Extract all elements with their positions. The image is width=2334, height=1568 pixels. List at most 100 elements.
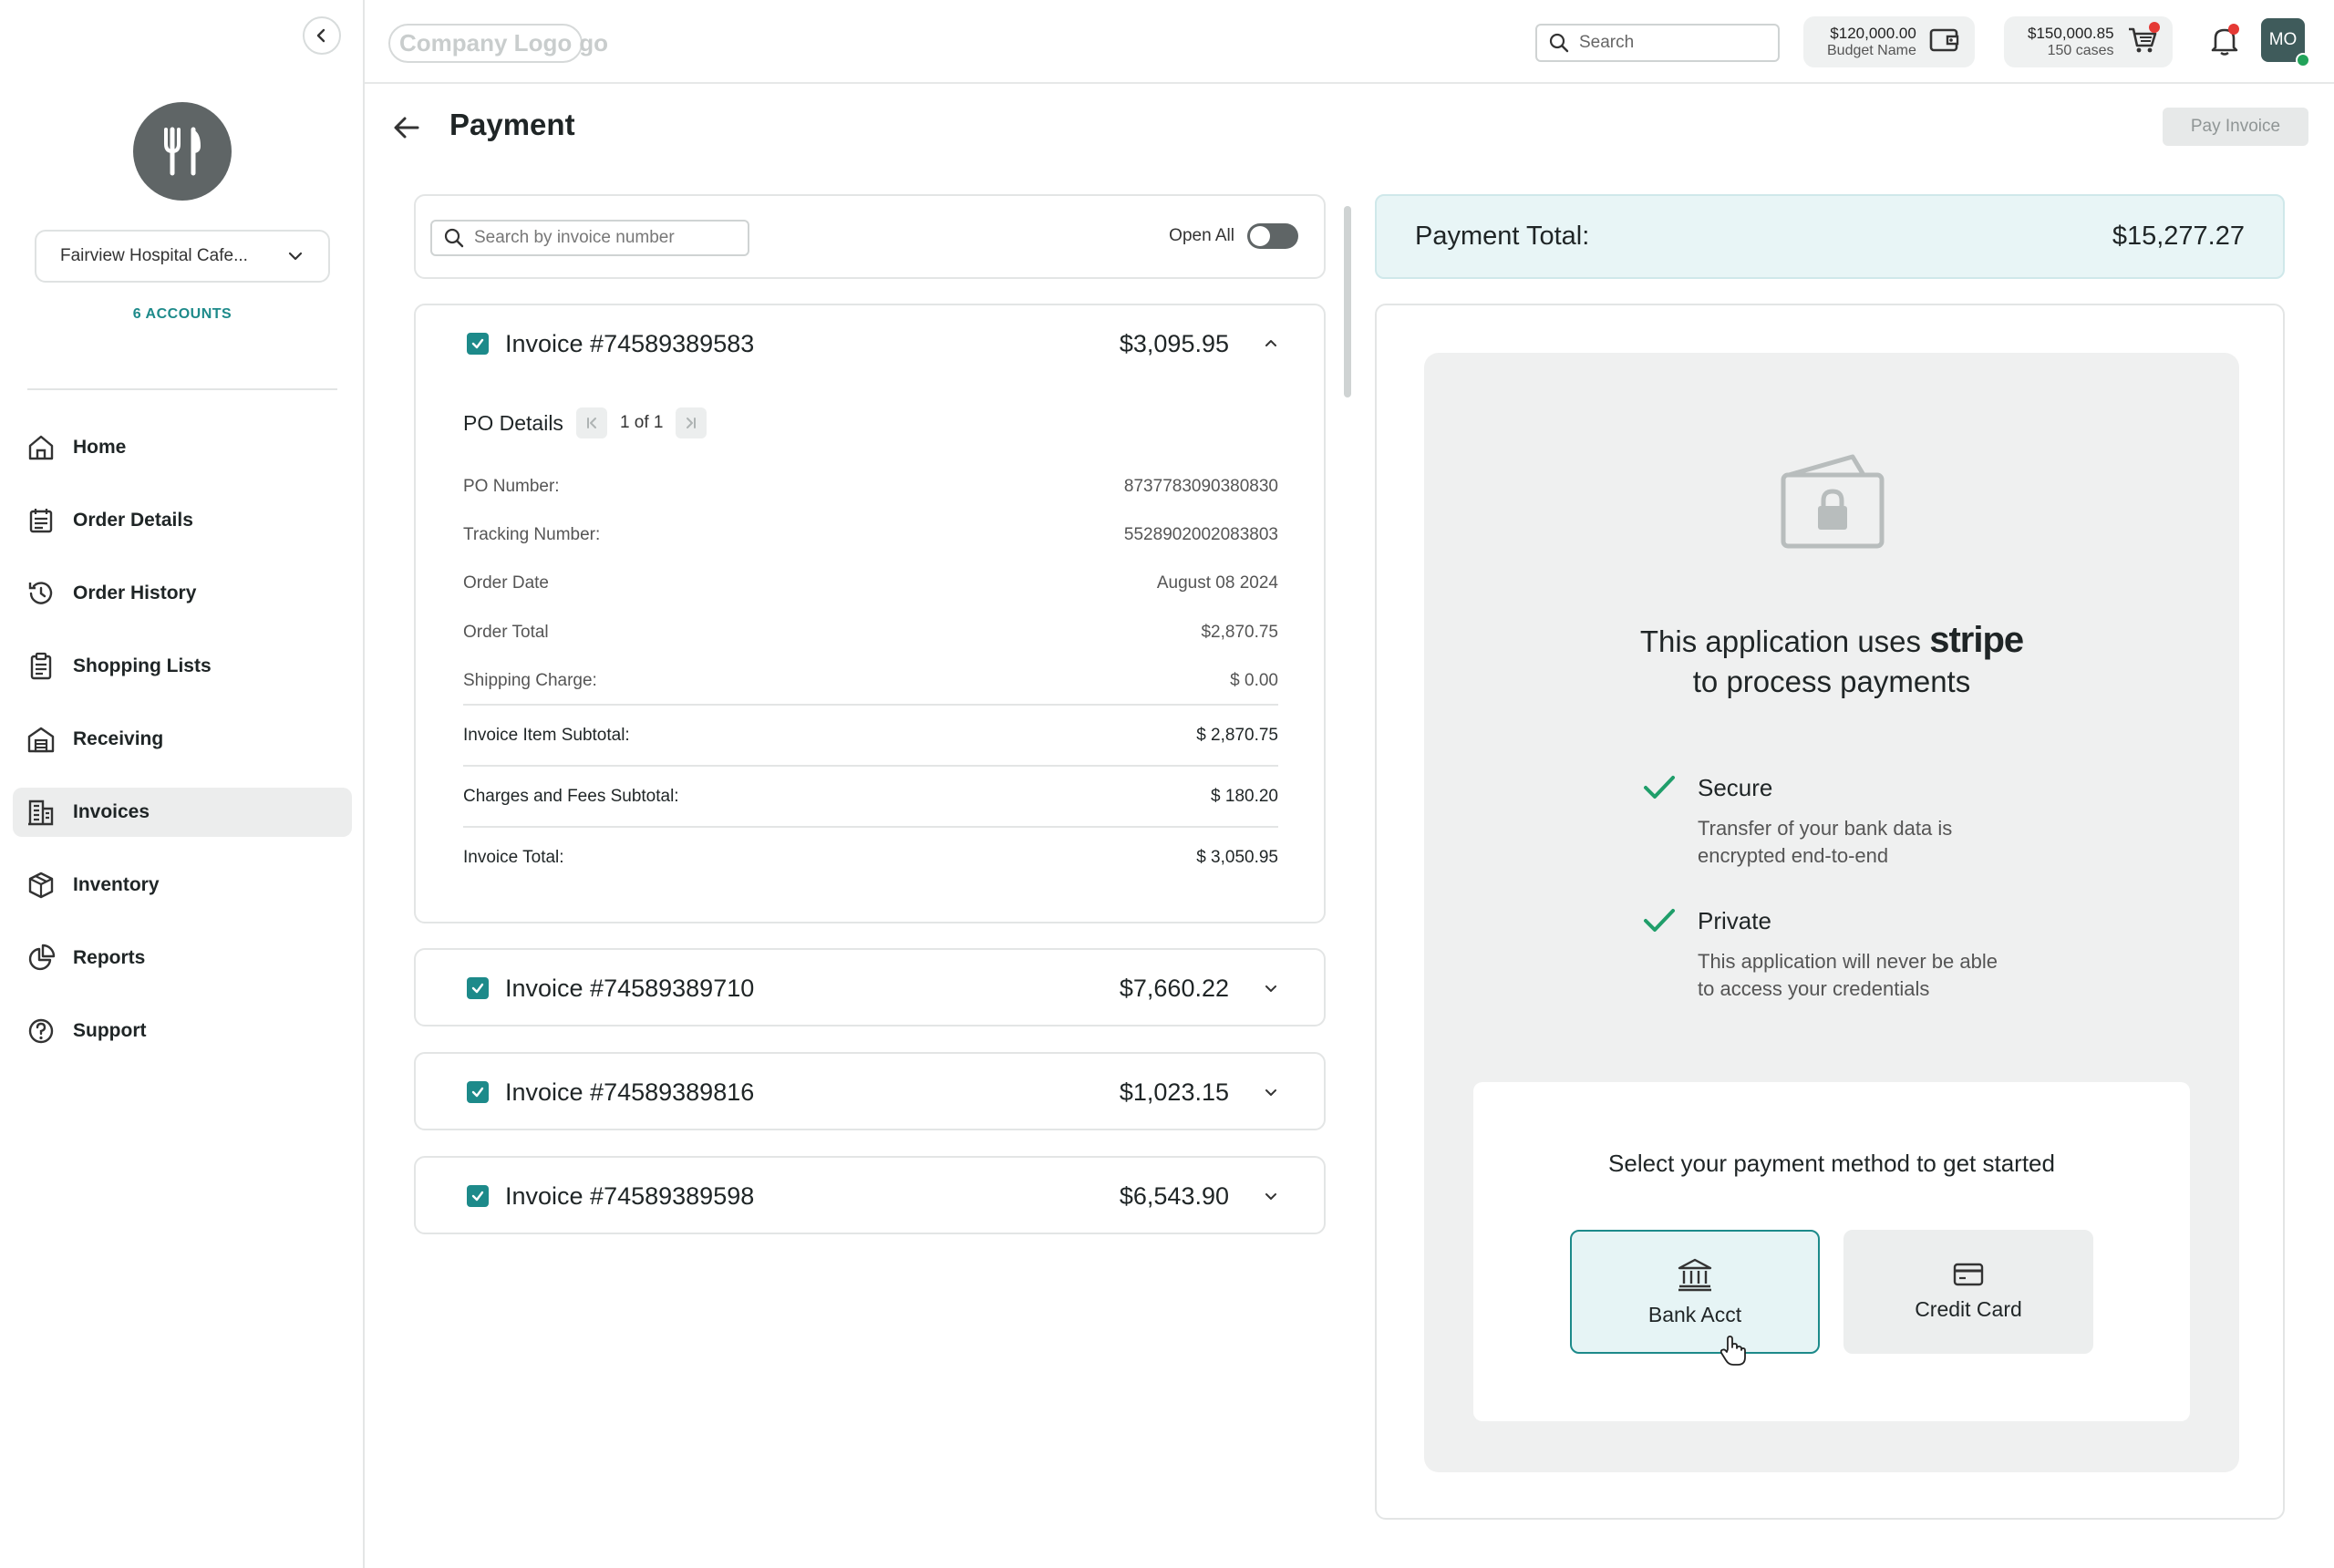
invoice-header[interactable]: Invoice #74589389816 $1,023.15 xyxy=(467,1054,1324,1130)
method-label: Credit Card xyxy=(1915,1296,2022,1321)
sidebar-item-order-details[interactable]: Order Details xyxy=(13,496,352,545)
credit-card-button[interactable]: Credit Card xyxy=(1843,1230,2093,1354)
global-search-input[interactable]: Search xyxy=(1535,24,1780,62)
row-value: August 08 2024 xyxy=(1156,573,1278,593)
invoice-search-placeholder: Search by invoice number xyxy=(474,228,675,247)
pointer-cursor-icon xyxy=(1720,1335,1747,1372)
sidebar-item-support[interactable]: Support xyxy=(13,1006,352,1056)
row-value: 8737783090380830 xyxy=(1123,477,1278,496)
sidebar-item-label: Receiving xyxy=(73,728,164,749)
invoice-card: Invoice #74589389710 $7,660.22 xyxy=(414,948,1326,1026)
invoice-header[interactable]: Invoice #74589389598 $6,543.90 xyxy=(467,1158,1324,1234)
account-selector[interactable]: Fairview Hospital Cafe... xyxy=(35,230,330,283)
stripe-post-text: to process payments xyxy=(1692,665,1971,698)
sidebar-item-invoices[interactable]: Invoices xyxy=(13,788,352,837)
chevron-down-icon xyxy=(288,252,303,261)
row-value: $ 2,870.75 xyxy=(1196,726,1278,745)
row-label: Order Date xyxy=(463,573,549,593)
order-total-row: Order Total $2,870.75 xyxy=(463,623,1278,643)
row-value: $2,870.75 xyxy=(1201,623,1278,642)
bank-account-button[interactable]: Bank Acct xyxy=(1570,1230,1820,1354)
sidebar-item-reports[interactable]: Reports xyxy=(13,934,352,983)
invoice-number: Invoice #74589389583 xyxy=(505,329,755,357)
credit-card-icon xyxy=(1953,1263,1984,1285)
sidebar-item-home[interactable]: Home xyxy=(13,423,352,472)
po-pager-text: 1 of 1 xyxy=(619,413,664,432)
invoice-card: Invoice #74589389598 $6,543.90 xyxy=(414,1156,1326,1234)
last-page-icon xyxy=(687,418,697,428)
first-page-button[interactable] xyxy=(575,407,607,438)
invoice-card: Invoice #74589389816 $1,023.15 xyxy=(414,1052,1326,1130)
cart-icon xyxy=(2127,21,2160,59)
last-page-button[interactable] xyxy=(676,407,707,438)
row-value: $ 3,050.95 xyxy=(1196,848,1278,867)
invoice-list-scrollbar[interactable] xyxy=(1344,206,1351,397)
chevron-down-icon[interactable] xyxy=(1260,981,1282,995)
warehouse-icon xyxy=(26,724,57,755)
search-icon xyxy=(444,228,464,248)
invoice-checkbox[interactable] xyxy=(467,1081,489,1103)
payment-method-selector: Select your payment method to get starte… xyxy=(1473,1082,2190,1421)
sidebar-item-receiving[interactable]: Receiving xyxy=(13,715,352,764)
back-button[interactable] xyxy=(390,111,423,149)
chevron-down-icon[interactable] xyxy=(1260,1189,1282,1203)
sidebar-item-label: Support xyxy=(73,1020,147,1041)
open-all-toggle[interactable] xyxy=(1247,223,1298,249)
row-label: Order Total xyxy=(463,623,549,642)
charges-fees-subtotal-row: Charges and Fees Subtotal: $ 180.20 xyxy=(463,787,1278,807)
sidebar-item-label: Reports xyxy=(73,947,146,968)
pay-invoice-button[interactable]: Pay Invoice xyxy=(2163,108,2308,146)
chevron-left-icon xyxy=(316,28,325,43)
cart-cases: 150 cases xyxy=(2047,42,2114,58)
notifications-button[interactable] xyxy=(2210,24,2239,61)
invoice-amount: $3,095.95 xyxy=(1119,329,1229,357)
invoice-header[interactable]: Invoice #74589389583 $3,095.95 xyxy=(467,305,1324,382)
sidebar-item-label: Invoices xyxy=(73,801,150,822)
invoice-card: Invoice #74589389583 $3,095.95 PO Detail… xyxy=(414,304,1326,923)
invoice-search-input[interactable]: Search by invoice number xyxy=(430,220,749,256)
row-value: 5528902002083803 xyxy=(1123,525,1278,544)
invoice-number: Invoice #74589389710 xyxy=(505,974,755,1002)
chevron-up-icon[interactable] xyxy=(1260,336,1282,351)
sidebar-item-order-history[interactable]: Order History xyxy=(13,569,352,618)
row-value: $ 0.00 xyxy=(1230,671,1278,690)
sidebar-item-inventory[interactable]: Inventory xyxy=(13,861,352,910)
clipboard-icon xyxy=(26,651,57,682)
collapse-sidebar-button[interactable] xyxy=(303,16,341,55)
row-value: $ 180.20 xyxy=(1211,787,1278,806)
checkmark-icon xyxy=(471,1191,484,1202)
feature-title: Private xyxy=(1698,907,1771,934)
sidebar: Fairview Hospital Cafe... 6 ACCOUNTS Hom… xyxy=(0,0,365,1568)
stripe-logo-text: stripe xyxy=(1929,620,2024,660)
invoice-checkbox[interactable] xyxy=(467,1185,489,1207)
accounts-count-link[interactable]: 6 ACCOUNTS xyxy=(0,306,365,323)
divider xyxy=(463,826,1278,828)
row-label: Charges and Fees Subtotal: xyxy=(463,787,679,806)
search-placeholder: Search xyxy=(1579,33,1635,52)
user-avatar[interactable]: MO xyxy=(2261,18,2310,67)
invoice-header[interactable]: Invoice #74589389710 $7,660.22 xyxy=(467,950,1324,1026)
budget-pill[interactable]: $120,000.00 Budget Name xyxy=(1803,16,1975,67)
check-icon xyxy=(1643,774,1676,806)
feature-description: Transfer of your bank data is encrypted … xyxy=(1698,817,1953,867)
invoice-checkbox[interactable] xyxy=(467,333,489,355)
online-status-dot xyxy=(2296,53,2310,67)
invoice-checkbox[interactable] xyxy=(467,977,489,999)
logo-tail: go xyxy=(579,28,608,57)
sidebar-item-label: Shopping Lists xyxy=(73,655,212,676)
cart-pill[interactable]: $150,000.85 150 cases xyxy=(2004,16,2173,67)
checkmark-icon xyxy=(471,338,484,349)
company-logo[interactable]: Company Logo go xyxy=(388,23,608,63)
row-label: PO Number: xyxy=(463,477,560,496)
chevron-down-icon[interactable] xyxy=(1260,1085,1282,1099)
payment-method-panel: This application uses stripe to process … xyxy=(1375,304,2285,1520)
history-icon xyxy=(26,578,57,609)
invoice-number: Invoice #74589389816 xyxy=(505,1078,755,1106)
sidebar-item-label: Order History xyxy=(73,583,197,603)
sidebar-item-label: Inventory xyxy=(73,874,160,895)
sidebar-item-label: Home xyxy=(73,437,127,458)
sidebar-item-shopping-lists[interactable]: Shopping Lists xyxy=(13,642,352,691)
open-all-label: Open All xyxy=(1169,226,1234,245)
invoice-amount: $7,660.22 xyxy=(1119,974,1229,1002)
row-label: Shipping Charge: xyxy=(463,671,597,690)
